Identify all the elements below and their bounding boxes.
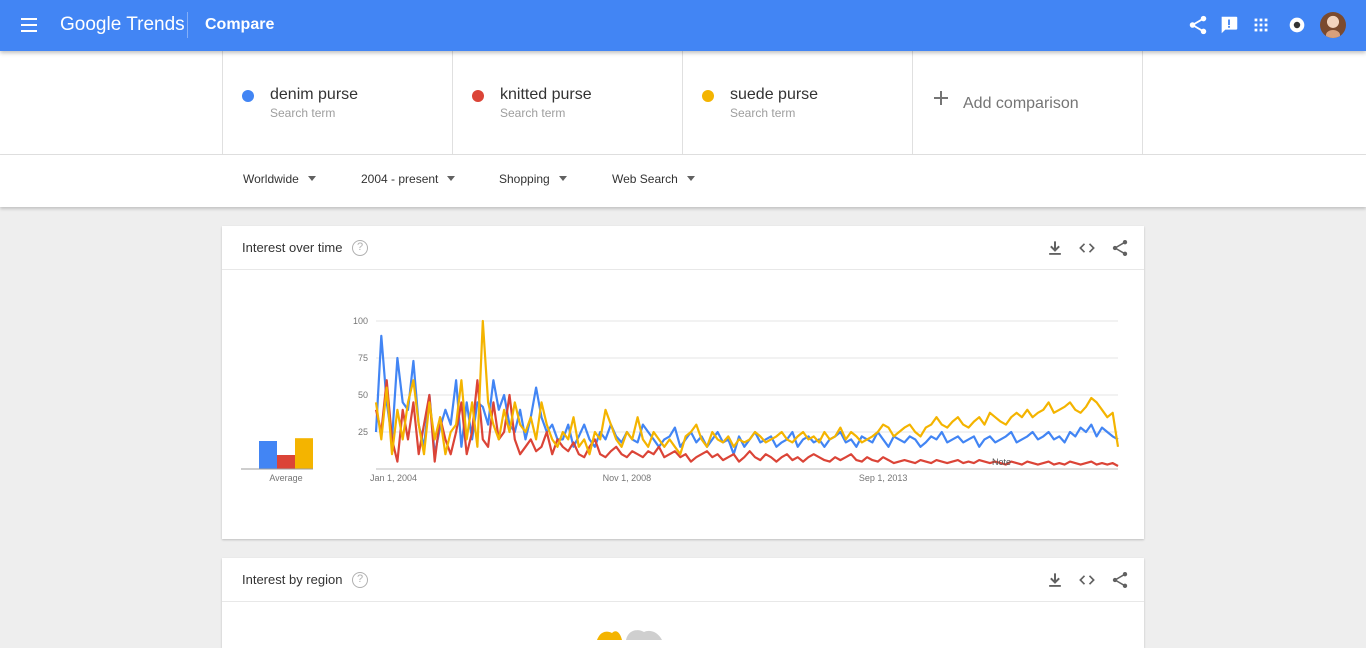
average-bar-knitted-purse[interactable] xyxy=(277,455,295,469)
share-icon[interactable] xyxy=(1110,238,1130,258)
dropdown-arrow-icon xyxy=(558,176,567,181)
term-color-dot xyxy=(472,90,484,102)
average-bar-suede-purse[interactable] xyxy=(295,438,313,469)
interest-over-time-chart[interactable]: Average 25 50 75 100 Jan 1, 2004 Nov 1, 2008 S… xyxy=(222,270,1144,539)
y-tick-label: 75 xyxy=(358,353,368,363)
feedback-icon[interactable] xyxy=(1218,14,1240,36)
world-map-preview[interactable] xyxy=(592,620,672,640)
x-tick-label: Nov 1, 2008 xyxy=(603,473,652,483)
google-trends-logo[interactable]: Google Trends xyxy=(60,12,185,38)
logo-product: Trends xyxy=(126,14,185,35)
category-dropdown[interactable]: Shopping xyxy=(499,172,567,186)
compare-terms-bar: denim purse Search term knitted purse Se… xyxy=(0,51,1366,155)
embed-code-icon[interactable] xyxy=(1077,570,1097,590)
time-range-dropdown[interactable]: 2004 - present xyxy=(361,172,456,186)
interest-by-region-card: Interest by region ? xyxy=(222,558,1144,648)
time-range-value: 2004 - present xyxy=(361,172,439,186)
region-dropdown[interactable]: Worldwide xyxy=(243,172,316,186)
region-value: Worldwide xyxy=(243,172,299,186)
term-type: Search term xyxy=(500,106,566,120)
download-icon[interactable] xyxy=(1045,238,1065,258)
x-tick-label: Jan 1, 2004 xyxy=(370,473,417,483)
term-name: knitted purse xyxy=(500,86,592,103)
average-label: Average xyxy=(269,473,302,483)
term-color-dot xyxy=(242,90,254,102)
embed-code-icon[interactable] xyxy=(1077,238,1097,258)
page-title: Compare xyxy=(205,16,275,33)
help-icon[interactable]: ? xyxy=(352,572,368,588)
download-icon[interactable] xyxy=(1045,570,1065,590)
notifications-icon[interactable] xyxy=(1286,14,1308,36)
share-icon[interactable] xyxy=(1110,570,1130,590)
avatar[interactable] xyxy=(1320,12,1346,38)
help-icon[interactable]: ? xyxy=(352,240,368,256)
apps-grid-icon[interactable] xyxy=(1250,14,1272,36)
logo-brand: Google xyxy=(60,14,122,35)
term-type: Search term xyxy=(270,106,336,120)
card-header: Interest by region ? xyxy=(222,558,1144,602)
add-comparison-label: Add comparison xyxy=(963,95,1079,112)
y-tick-label: 25 xyxy=(358,427,368,437)
header-divider xyxy=(187,12,188,38)
term-name: denim purse xyxy=(270,86,359,103)
series-line-suede-purse[interactable] xyxy=(374,319,1120,456)
term-type: Search term xyxy=(730,106,796,120)
term-color-dot xyxy=(702,90,714,102)
term-name: suede purse xyxy=(730,86,819,103)
average-bar-denim-purse[interactable] xyxy=(259,441,277,469)
interest-over-time-card: Interest over time ? Average 25 50 75 100 Ja… xyxy=(222,226,1144,539)
category-value: Shopping xyxy=(499,172,550,186)
share-icon[interactable] xyxy=(1187,14,1209,36)
y-tick-label: 100 xyxy=(353,316,368,326)
dropdown-arrow-icon xyxy=(686,176,695,181)
search-property-value: Web Search xyxy=(612,172,678,186)
term-card-knitted-purse[interactable]: knitted purse Search term xyxy=(452,51,682,154)
plus-icon xyxy=(934,91,948,105)
search-property-dropdown[interactable]: Web Search xyxy=(612,172,695,186)
average-bars xyxy=(259,438,313,469)
chart-lines xyxy=(374,319,1120,467)
top-app-bar: Google Trends Compare xyxy=(0,0,1366,51)
dropdown-arrow-icon xyxy=(447,176,456,181)
filter-bar: Worldwide 2004 - present Shopping Web Se… xyxy=(0,155,1366,207)
menu-icon[interactable] xyxy=(21,18,37,32)
x-tick-label: Sep 1, 2013 xyxy=(859,473,908,483)
note-marker[interactable]: Note xyxy=(992,457,1011,467)
add-comparison-button[interactable]: Add comparison xyxy=(912,51,1143,154)
term-card-suede-purse[interactable]: suede purse Search term xyxy=(682,51,912,154)
dropdown-arrow-icon xyxy=(307,176,316,181)
card-header: Interest over time ? xyxy=(222,226,1144,270)
term-card-denim-purse[interactable]: denim purse Search term xyxy=(222,51,452,154)
y-tick-label: 50 xyxy=(358,390,368,400)
card-title: Interest by region xyxy=(242,572,343,587)
card-title: Interest over time xyxy=(242,240,343,255)
